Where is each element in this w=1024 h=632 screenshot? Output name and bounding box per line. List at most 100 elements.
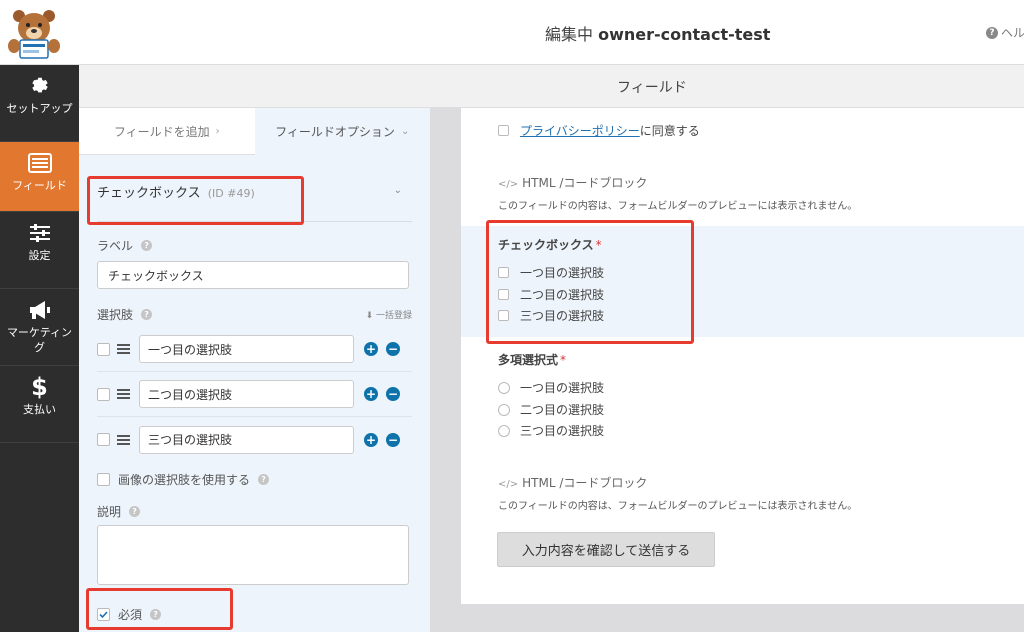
tab-label: フィールドを追加 [113,124,210,139]
fields-icon [0,151,79,175]
label-heading: ラベル [97,239,134,253]
sidebar-item-label: フィールド [12,179,67,192]
privacy-suffix: に同意する [639,124,700,138]
help-label: ヘル [1001,26,1024,40]
remove-choice-icon[interactable]: − [386,387,400,401]
label-input[interactable]: チェックボックス [97,261,409,289]
tab-label: フィールドオプション [275,125,395,139]
chevron-down-icon[interactable]: ⌄ [394,185,402,196]
default-choice-checkbox[interactable] [97,433,110,446]
privacy-policy-link[interactable]: プライバシーポリシー [520,122,640,139]
image-choices-label: 画像の選択肢を使用する [118,473,251,487]
field-options-panel: フィールドを追加 › フィールドオプション ⌄ チェックボックス (ID #49… [79,108,430,632]
bear-logo-icon [4,6,64,60]
choice-label: 二つ目の選択肢 [520,403,605,417]
add-choice-icon[interactable]: + [364,432,378,447]
submit-button[interactable]: 入力内容を確認して送信する [497,532,715,567]
choice-label: 三つ目の選択肢 [520,424,605,438]
download-icon: ⬇ [365,311,374,321]
choice-label: 一つ目の選択肢 [520,381,605,395]
add-choice-icon[interactable]: + [364,387,378,401]
highlight-box-field-title [87,176,304,225]
tab-add-fields[interactable]: フィールドを追加 › [79,108,255,155]
html-block-note: このフィールドの内容は、フォームビルダーのプレビューには表示されません。 [498,201,858,212]
help-icon[interactable]: ? [141,309,153,320]
choice-radio[interactable] [498,424,510,437]
section-header: フィールド [79,65,1024,108]
html-block-title-text: HTML /コードブロック [522,176,648,190]
sidebar-item-label: マーケティング [6,326,73,354]
label-field-title: ラベル ? [97,237,153,254]
bulk-add-label: 一括登録 [375,311,412,321]
tab-field-options[interactable]: フィールドオプション ⌄ [254,108,430,155]
required-mark: * [560,353,567,367]
highlight-box-required [86,588,233,630]
choices-heading: 選択肢 [97,308,134,322]
multiple-choice-field-title[interactable]: 多項選択式 * [498,351,566,368]
sidebar-item-settings[interactable]: 設定 [0,212,79,289]
choice-value: 二つ目の選択肢 [148,387,233,402]
choices-title: 選択肢 ? [97,306,153,323]
html-block-title: </> HTML /コードブロック [498,474,647,491]
sidebar-item-fields[interactable]: フィールド [0,142,79,212]
html-block-note: このフィールドの内容は、フォームビルダーのプレビューには表示されません。 [498,501,858,512]
chevron-down-icon: ⌄ [400,126,410,137]
remove-choice-icon[interactable]: − [386,342,400,356]
description-title: 説明 ? [97,503,141,520]
bulk-add-link[interactable]: ⬇ 一括登録 [366,308,412,321]
default-choice-checkbox[interactable] [97,342,110,356]
choice-radio[interactable] [498,381,510,394]
add-choice-icon[interactable]: + [364,342,378,356]
radio-choice[interactable]: 三つ目の選択肢 [498,422,604,439]
remove-choice-icon[interactable]: − [386,432,400,447]
megaphone-icon [0,298,79,322]
sidebar-item-payments[interactable]: $ 支払い [0,366,79,443]
drag-handle-icon[interactable] [117,389,130,399]
question-icon: ? [986,26,998,39]
image-choices-checkbox[interactable] [97,473,110,486]
help-icon[interactable]: ? [141,240,153,251]
section-title: フィールド [617,80,687,96]
chevron-right-icon: › [215,125,220,137]
image-choices-toggle[interactable]: 画像の選択肢を使用する ? [97,471,270,488]
choice-radio[interactable] [498,403,510,416]
html-block-title: </> HTML /コードブロック [498,174,647,191]
drag-handle-icon[interactable] [117,344,130,354]
choice-row: 一つ目の選択肢 + − [97,327,412,372]
multiple-choice-title-text: 多項選択式 [498,353,559,367]
default-choice-checkbox[interactable] [97,387,110,401]
privacy-consent-field[interactable]: プライバシーポリシー に同意する [498,122,700,139]
choice-value: 三つ目の選択肢 [148,433,233,447]
radio-choice[interactable]: 一つ目の選択肢 [498,379,604,396]
code-icon: </> [498,179,519,190]
sidebar-item-label: 支払い [23,403,56,416]
privacy-checkbox[interactable] [498,125,509,136]
sidebar-item-marketing[interactable]: マーケティング [0,289,79,366]
form-preview: プライバシーポリシー に同意する </> HTML /コードブロック このフィール… [461,108,1024,604]
highlight-box-checkbox-field [486,220,694,344]
description-textarea[interactable] [97,525,409,585]
choice-input[interactable]: 三つ目の選択肢 [139,425,354,454]
choice-input[interactable]: 一つ目の選択肢 [139,335,354,363]
drag-handle-icon[interactable] [117,434,130,445]
top-bar: 編集中 owner-contact-test ? ヘル [0,0,1024,65]
html-block-title-text: HTML /コードブロック [522,476,648,490]
sidebar-item-label: 設定 [28,249,51,262]
choice-value: 一つ目の選択肢 [148,342,233,357]
form-name: owner-contact-test [598,25,771,44]
editing-prefix: 編集中 [545,25,594,44]
dollar-icon: $ [31,373,48,401]
sidebar: セットアップ フィールド 設定 マーケティング $ 支払い [0,65,79,632]
help-icon[interactable]: ? [129,506,141,517]
radio-choice[interactable]: 二つ目の選択肢 [498,401,604,418]
sidebar-item-label: セットアップ [6,102,73,115]
description-heading: 説明 [97,505,122,519]
label-input-value: チェックボックス [108,268,204,283]
gear-icon [0,74,79,98]
sidebar-item-setup[interactable]: セットアップ [0,65,79,142]
choice-row: 三つ目の選択肢 + − [97,417,412,462]
help-link[interactable]: ? ヘル [986,24,1024,41]
choice-input[interactable]: 二つ目の選択肢 [139,380,354,408]
help-icon[interactable]: ? [258,474,270,485]
panel-tabs: フィールドを追加 › フィールドオプション ⌄ [79,108,430,155]
